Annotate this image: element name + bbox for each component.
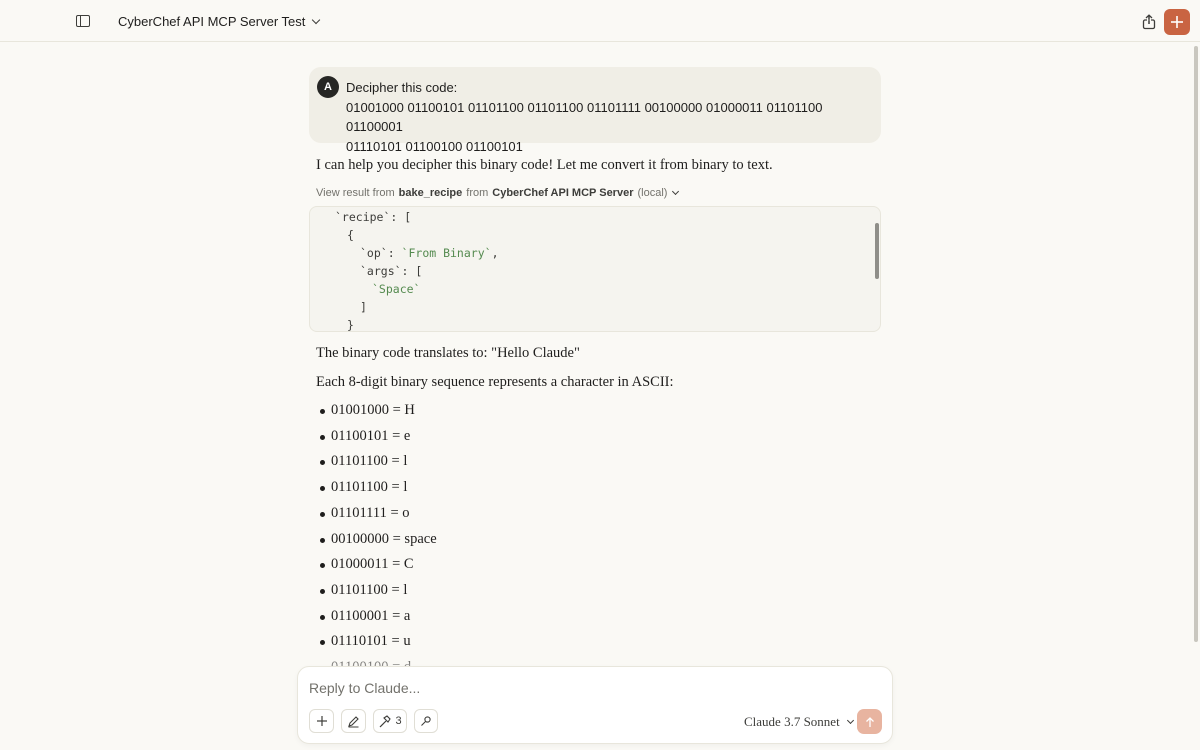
code-line: { xyxy=(347,228,354,242)
translation-text: The binary code translates to: "Hello Cl… xyxy=(316,345,580,361)
explanation-text: Each 8-digit binary sequence represents … xyxy=(316,374,674,390)
plus-icon xyxy=(1171,16,1183,28)
list-item: 01000011 = C xyxy=(331,556,414,572)
style-button[interactable] xyxy=(341,709,366,733)
chevron-down-icon xyxy=(312,15,321,24)
pen-icon xyxy=(348,715,359,727)
list-item: 01101100 = l xyxy=(331,453,408,469)
tool-prefix: View result from xyxy=(316,187,395,199)
plug-icon xyxy=(421,716,431,726)
share-icon[interactable] xyxy=(1140,13,1158,31)
bullet-icon xyxy=(320,460,325,465)
tool-result-code-block[interactable]: `recipe`: [ { `op`: `From Binary`, `args… xyxy=(309,206,881,332)
list-item: 00100000 = space xyxy=(331,531,437,547)
bullet-icon xyxy=(320,435,325,440)
tools-count: 3 xyxy=(395,715,402,727)
chevron-down-icon xyxy=(672,187,680,195)
conversation-title-menu[interactable]: CyberChef API MCP Server Test xyxy=(118,14,321,29)
code-line: ] xyxy=(360,300,367,314)
plus-icon xyxy=(316,716,327,726)
list-item: 01101111 = o xyxy=(331,505,410,521)
bullet-icon xyxy=(320,615,325,620)
user-avatar: A xyxy=(317,76,339,98)
hammer-icon xyxy=(380,714,392,727)
user-message-line: 01110101 01100100 01100101 xyxy=(346,138,523,154)
code-block-scrollbar[interactable] xyxy=(875,223,879,279)
tool-mid: from xyxy=(466,187,489,199)
assistant-intro: I can help you decipher this binary code… xyxy=(316,157,773,173)
code-line: `op`: `From Binary`, xyxy=(360,246,499,260)
arrow-up-icon xyxy=(865,716,874,727)
list-item: 01100001 = a xyxy=(331,608,411,624)
bullet-icon xyxy=(320,512,325,517)
integrations-button[interactable] xyxy=(414,709,438,733)
bullet-icon xyxy=(320,589,325,594)
reply-input[interactable]: Reply to Claude... xyxy=(309,680,869,696)
chevron-down-icon xyxy=(846,716,854,724)
code-line: } xyxy=(347,318,354,332)
tools-button[interactable]: 3 xyxy=(373,709,407,733)
bullet-icon xyxy=(320,486,325,491)
tool-server-name: CyberChef API MCP Server xyxy=(492,187,634,199)
list-item: 01001000 = H xyxy=(331,402,415,418)
user-message-line: 01001000 01100101 01101100 01101100 0110… xyxy=(346,99,823,135)
model-selector[interactable]: Claude 3.7 Sonnet xyxy=(744,714,854,730)
attach-button[interactable] xyxy=(309,709,334,733)
list-item: 01101100 = l xyxy=(331,582,408,598)
tool-result-toggle[interactable]: View result from bake_recipe from CyberC… xyxy=(316,187,680,199)
bullet-icon xyxy=(320,538,325,543)
code-line: `recipe`: [ xyxy=(335,210,412,224)
code-line: `args`: [ xyxy=(360,264,423,278)
model-name: Claude 3.7 Sonnet xyxy=(744,714,840,729)
list-item: 01100101 = e xyxy=(331,428,411,444)
tool-name: bake_recipe xyxy=(398,187,463,199)
bullet-icon xyxy=(320,563,325,568)
bullet-icon xyxy=(320,409,325,414)
sidebar-toggle-icon[interactable] xyxy=(76,15,90,27)
list-item: 01110101 = u xyxy=(331,633,411,649)
page-scrollbar[interactable] xyxy=(1194,46,1198,642)
new-chat-button[interactable] xyxy=(1164,9,1190,35)
conversation-title: CyberChef API MCP Server Test xyxy=(118,14,306,29)
composer: Reply to Claude... 3 Claude 3.7 Sonnet xyxy=(297,666,893,744)
top-bar: CyberChef API MCP Server Test xyxy=(0,0,1200,42)
user-message-text: Decipher this code: 01001000 01100101 01… xyxy=(346,78,866,156)
list-item: 01101100 = l xyxy=(331,479,408,495)
user-message-line: Decipher this code: xyxy=(346,80,458,95)
send-button[interactable] xyxy=(857,709,882,734)
bullet-icon xyxy=(320,640,325,645)
code-line: `Space` xyxy=(372,282,421,296)
tool-suffix: (local) xyxy=(637,187,668,199)
